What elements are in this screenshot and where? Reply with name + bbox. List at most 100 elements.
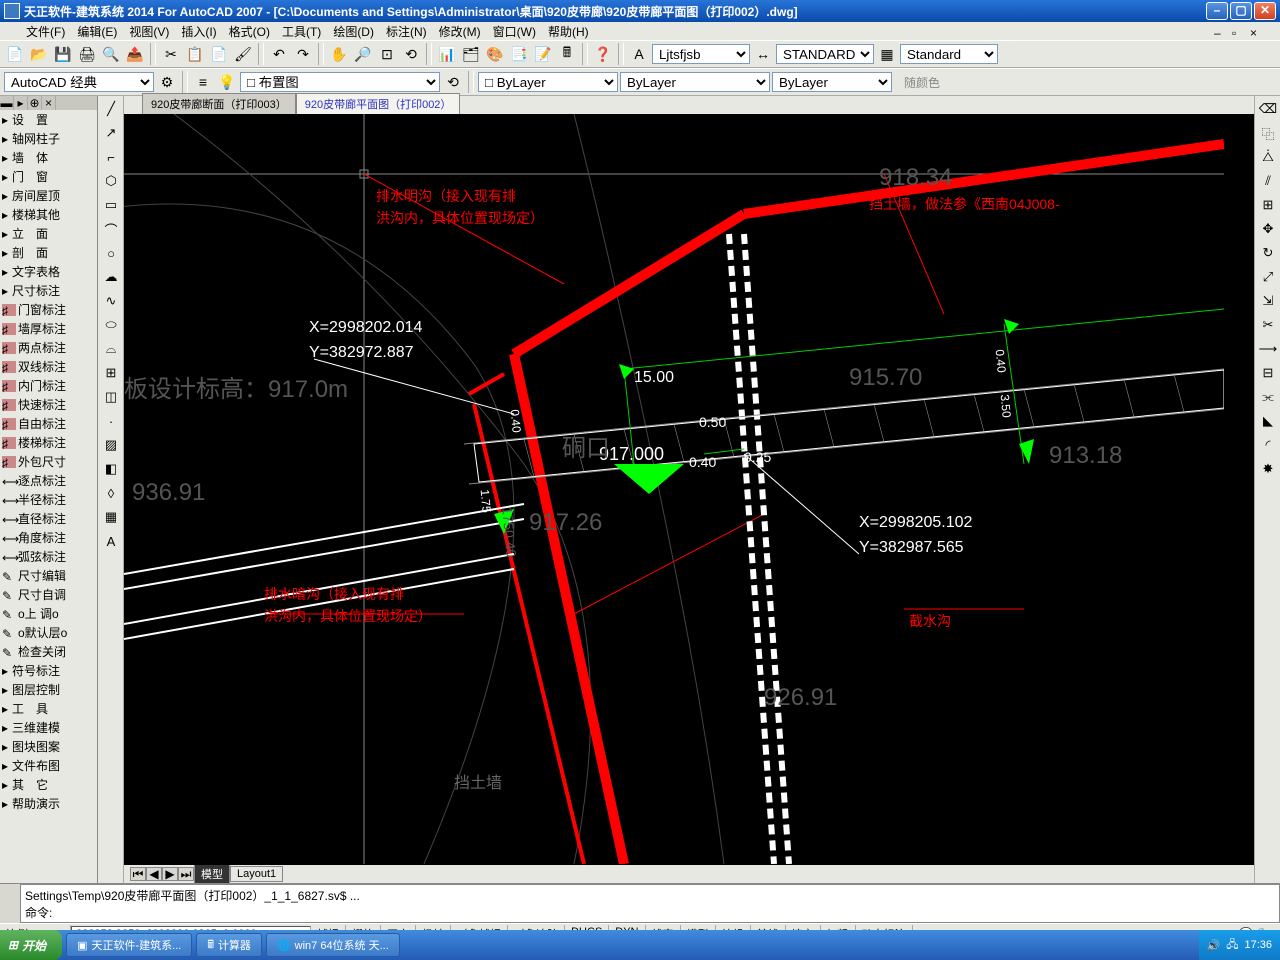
tree-item[interactable]: ♯快速标注 [0, 395, 97, 414]
drawing-canvas[interactable]: 排水明沟（接入现有排 洪沟内，具体位置现场定） 排水暗沟（接入现有排 洪沟内，具… [124, 114, 1254, 865]
tree-item[interactable]: ▸尺寸标注 [0, 281, 97, 300]
color-dropdown[interactable]: □ ByLayer [478, 72, 618, 92]
mirror-icon[interactable]: ⧊ [1257, 146, 1279, 168]
start-button[interactable]: ⊞ 开始 [0, 930, 62, 960]
tab-002[interactable]: 920皮带廊平面图（打印002） [296, 93, 461, 114]
tab-003[interactable]: 920皮带廊断面（打印003） [142, 93, 296, 114]
tree-item[interactable]: ♯内门标注 [0, 376, 97, 395]
explode-icon[interactable]: ✸ [1257, 458, 1279, 480]
tree-item[interactable]: ⟷半径标注 [0, 490, 97, 509]
cut-icon[interactable]: ✂ [160, 43, 182, 65]
paste-icon[interactable]: 📄 [208, 43, 230, 65]
menu-insert[interactable]: 插入(I) [175, 21, 222, 42]
open-icon[interactable]: 📂 [28, 43, 50, 65]
tree-collapse-icon[interactable]: ▬ [0, 96, 14, 110]
tree-item[interactable]: ♯墙厚标注 [0, 319, 97, 338]
taskbar-app-tangent[interactable]: ▣天正软件-建筑系... [66, 933, 192, 957]
tp-icon[interactable]: 🎨 [484, 43, 506, 65]
rotate-icon[interactable]: ↻ [1257, 242, 1279, 264]
dim-style-icon[interactable]: ↔ [752, 43, 774, 65]
tab-first-icon[interactable]: ⏮ [130, 867, 146, 881]
tree-item[interactable]: ✎o默认层o [0, 623, 97, 642]
tab-layout1[interactable]: Layout1 [230, 866, 283, 882]
tree-item[interactable]: ♯外包尺寸 [0, 452, 97, 471]
zoom-prev-icon[interactable]: ⟲ [400, 43, 422, 65]
ellipse-icon[interactable]: ⬭ [100, 314, 122, 336]
menu-edit[interactable]: 编辑(E) [71, 21, 123, 42]
tray-clock[interactable]: 17:36 [1244, 939, 1272, 951]
calc-icon[interactable]: 🖩 [556, 43, 578, 65]
tree-item[interactable]: ♯两点标注 [0, 338, 97, 357]
system-tray[interactable]: 🔊 🖧 17:36 [1199, 930, 1280, 960]
hatch-icon[interactable]: ▨ [100, 434, 122, 456]
taskbar-app-calc[interactable]: 🖩计算器 [196, 933, 262, 957]
region-icon[interactable]: ◊ [100, 482, 122, 504]
tree-item[interactable]: ▸符号标注 [0, 661, 97, 680]
tree-item[interactable]: ✎检查关闭 [0, 642, 97, 661]
table-icon[interactable]: ▦ [100, 506, 122, 528]
text-style-dropdown[interactable]: Ljtsfjsb [652, 44, 750, 64]
close-button[interactable]: ✕ [1254, 2, 1276, 20]
circle-icon[interactable]: ○ [100, 242, 122, 264]
revcloud-icon[interactable]: ☁ [100, 266, 122, 288]
line-icon[interactable]: ╱ [100, 98, 122, 120]
tree-item[interactable]: ▸楼梯其他 [0, 205, 97, 224]
match-icon[interactable]: 🖌 [232, 43, 254, 65]
mdi-minimize[interactable]: – [1208, 24, 1224, 38]
menu-tools[interactable]: 工具(T) [276, 21, 327, 42]
gradient-icon[interactable]: ◧ [100, 458, 122, 480]
table-style-icon[interactable]: ▦ [876, 43, 898, 65]
zoom-win-icon[interactable]: ⊡ [376, 43, 398, 65]
tab-prev-icon[interactable]: ◀ [146, 867, 162, 881]
plot-icon[interactable]: 🖨 [76, 43, 98, 65]
array-icon[interactable]: ⊞ [1257, 194, 1279, 216]
workspace-dropdown[interactable]: AutoCAD 经典 [4, 72, 154, 92]
ellipse-arc-icon[interactable]: ⌓ [100, 338, 122, 360]
tree-item[interactable]: ⟷直径标注 [0, 509, 97, 528]
tree-expand-icon[interactable]: ▸ [14, 96, 28, 110]
tree-item[interactable]: ▸文件布图 [0, 756, 97, 775]
fillet-icon[interactable]: ◜ [1257, 434, 1279, 456]
trim-icon[interactable]: ✂ [1257, 314, 1279, 336]
table-style-dropdown[interactable]: Standard [900, 44, 998, 64]
tree-item[interactable]: ▸剖 面 [0, 243, 97, 262]
move-icon[interactable]: ✥ [1257, 218, 1279, 240]
maximize-button[interactable]: ▢ [1230, 2, 1252, 20]
preview-icon[interactable]: 🔍 [100, 43, 122, 65]
tree-item[interactable]: ♯楼梯标注 [0, 433, 97, 452]
arc-icon[interactable]: ⌒ [100, 218, 122, 240]
insert-icon[interactable]: ⊞ [100, 362, 122, 384]
tree-item[interactable]: ▸立 面 [0, 224, 97, 243]
tree-item[interactable]: ▸墙 体 [0, 148, 97, 167]
zoom-rt-icon[interactable]: 🔎 [352, 43, 374, 65]
menu-window[interactable]: 窗口(W) [487, 21, 542, 42]
tree-item[interactable]: ⟷角度标注 [0, 528, 97, 547]
tree-close-icon[interactable]: × [42, 96, 56, 110]
save-icon[interactable]: 💾 [52, 43, 74, 65]
dc-icon[interactable]: 🗂 [460, 43, 482, 65]
tab-last-icon[interactable]: ⏭ [178, 867, 194, 881]
menu-view[interactable]: 视图(V) [123, 21, 175, 42]
cmd-prompt[interactable]: 命令: [25, 904, 1275, 921]
layer-state-icon[interactable]: 💡 [216, 71, 238, 93]
menu-format[interactable]: 格式(O) [223, 21, 276, 42]
tree-item[interactable]: ▸三维建模 [0, 718, 97, 737]
polygon-icon[interactable]: ⬡ [100, 170, 122, 192]
text-style-icon[interactable]: A [628, 43, 650, 65]
pline-icon[interactable]: ⌐ [100, 146, 122, 168]
dim-style-dropdown[interactable]: STANDARD [776, 44, 874, 64]
layer-dropdown[interactable]: □ 布置图 [240, 72, 440, 92]
layer-props-icon[interactable]: ≡ [192, 71, 214, 93]
menu-help[interactable]: 帮助(H) [542, 21, 595, 42]
join-icon[interactable]: ⫘ [1257, 386, 1279, 408]
redo-icon[interactable]: ↷ [292, 43, 314, 65]
tree-item[interactable]: ▸门 窗 [0, 167, 97, 186]
minimize-button[interactable]: – [1206, 2, 1228, 20]
tray-vol-icon[interactable]: 🔊 [1207, 939, 1221, 952]
break-icon[interactable]: ⊟ [1257, 362, 1279, 384]
erase-icon[interactable]: ⌫ [1257, 98, 1279, 120]
tree-item[interactable]: ✎尺寸自调 [0, 585, 97, 604]
tree-item[interactable]: ▸图层控制 [0, 680, 97, 699]
tree-item[interactable]: ♯自由标注 [0, 414, 97, 433]
tab-model[interactable]: 模型 [194, 864, 230, 884]
